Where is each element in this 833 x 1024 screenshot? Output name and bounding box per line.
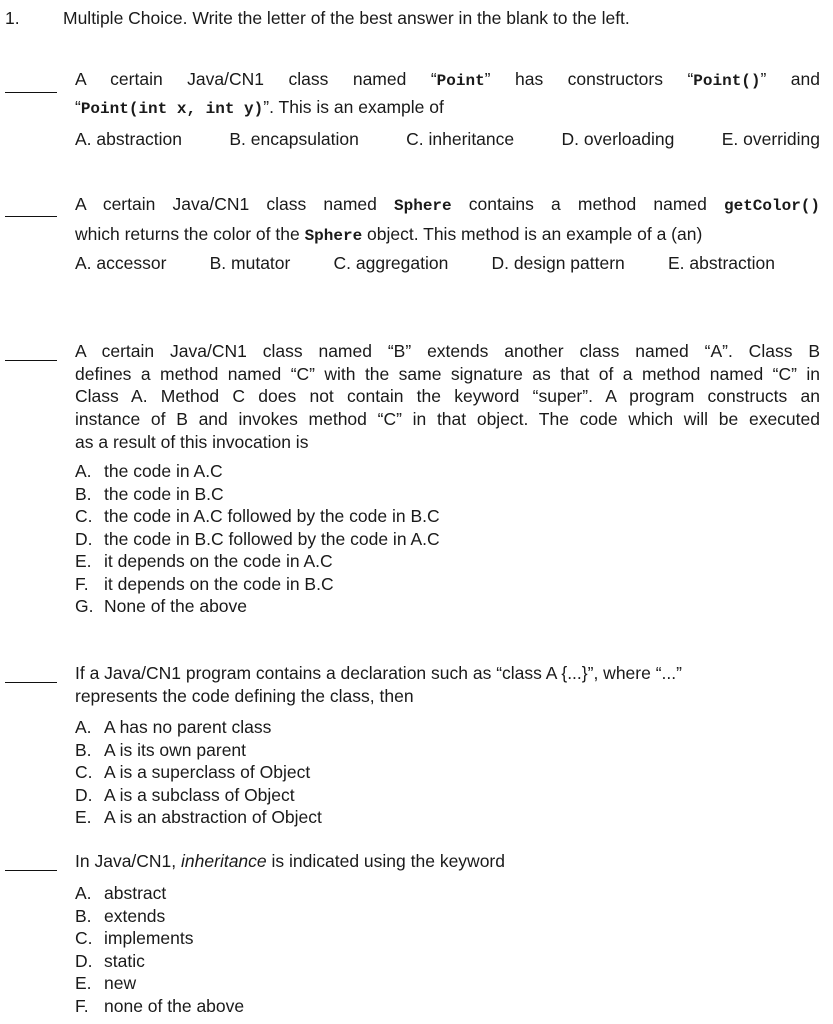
code-sphere: Sphere — [394, 197, 452, 215]
code-point: Point — [436, 72, 485, 90]
option: C. inheritance — [406, 129, 515, 149]
answer-blank-q4[interactable] — [5, 682, 57, 683]
option: E. it depends on the code in A.C — [75, 551, 333, 571]
code-getcolor: getColor() — [723, 197, 820, 215]
question-3-stem: A certain Java/CN1 class named “B” exten… — [75, 341, 820, 452]
option: D. the code in B.C followed by the code i… — [75, 528, 440, 549]
option: E. abstraction — [667, 253, 775, 273]
option: A. accessor — [75, 253, 167, 273]
option: D. design pattern — [491, 253, 625, 273]
option: F. it depends on the code in B.C — [75, 573, 334, 594]
option: B. A is its own parent — [75, 739, 247, 760]
option: E. overriding — [721, 129, 820, 149]
option: B. mutator — [209, 253, 291, 273]
question-1-stem-line1: A certain Java/CN1 class named “Point” h… — [75, 69, 820, 90]
option: G. None of the above — [75, 596, 248, 616]
option: C. A is a superclass of Object — [75, 762, 311, 782]
answer-blank-q2[interactable] — [5, 216, 57, 217]
question-1-options: A. abstraction B. encapsulation C. inher… — [75, 129, 820, 150]
question-4-options: A. A has no parent class B. A is its own p… — [75, 716, 322, 829]
question-4-stem: If a Java/CN1 program contains a declara… — [75, 663, 682, 706]
question-1-stem-line2: “Point(int x, int y)”. This is an exampl… — [75, 97, 444, 118]
question-5-options: A. abstract B. extends C. implements D. stat… — [75, 882, 244, 1017]
question-3-options: A. the code in A.C B. the code in B.C C. th… — [75, 460, 440, 618]
option: E. A is an abstraction of Object — [75, 807, 322, 827]
option: B. the code in B.C — [75, 483, 224, 504]
emphasis-inheritance: inheritance — [181, 851, 267, 871]
section-instruction: Multiple Choice. Write the letter of the… — [63, 8, 630, 28]
question-2-options: A. accessor B. mutator C. aggregation D.… — [75, 253, 775, 274]
option: A. A has no parent class — [75, 717, 272, 737]
option: D. A is a subclass of Object — [75, 784, 295, 805]
question-2-stem-line1: A certain Java/CN1 class named Sphere co… — [75, 194, 820, 215]
option: C. aggregation — [333, 253, 449, 273]
section-number: 1. — [5, 8, 20, 28]
option: E. new — [75, 973, 137, 993]
answer-blank-q1[interactable] — [5, 92, 57, 93]
option: D. static — [75, 950, 145, 971]
option: B. encapsulation — [229, 129, 359, 149]
question-2-stem-line2: which returns the color of the Sphere ob… — [75, 224, 703, 245]
option: A. abstraction — [75, 129, 183, 149]
option: C. the code in A.C followed by the code i… — [75, 506, 440, 526]
option: B. extends — [75, 905, 166, 926]
code-point-int-ctor: Point(int x, int y) — [80, 100, 264, 118]
code-sphere: Sphere — [304, 227, 363, 245]
answer-blank-q5[interactable] — [5, 870, 57, 871]
answer-blank-q3[interactable] — [5, 360, 57, 361]
option: C. implements — [75, 928, 194, 948]
question-5-stem: In Java/CN1, inheritance is indicated us… — [75, 851, 505, 871]
option: D. overloading — [561, 129, 675, 149]
option: A. the code in A.C — [75, 461, 223, 481]
option: A. abstract — [75, 883, 167, 903]
option: F. none of the above — [75, 995, 245, 1016]
code-point-ctor: Point() — [693, 72, 761, 90]
